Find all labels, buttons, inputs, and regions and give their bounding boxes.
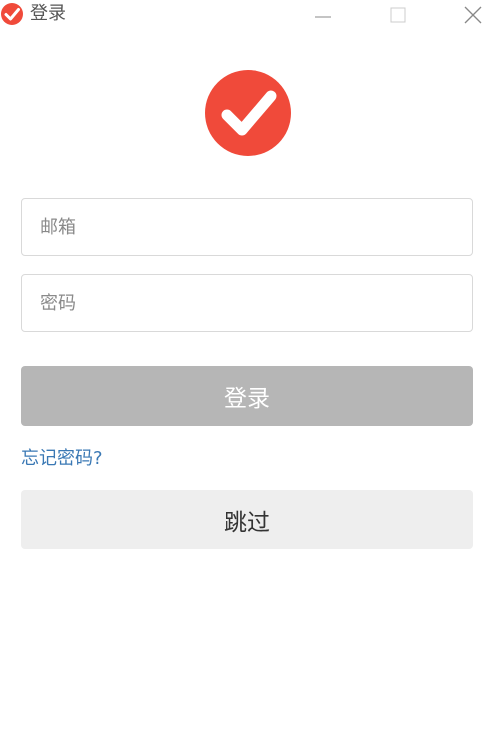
email-field[interactable] xyxy=(21,198,473,256)
minimize-button[interactable] xyxy=(303,0,343,30)
password-field[interactable] xyxy=(21,274,473,332)
login-window: 登录 登录 忘记密码? 跳过 xyxy=(0,0,500,751)
maximize-icon xyxy=(390,7,406,23)
window-title: 登录 xyxy=(30,3,66,24)
check-circle-icon xyxy=(1,3,23,25)
check-circle-logo xyxy=(205,70,291,156)
title-bar: 登录 xyxy=(0,0,500,30)
minimize-icon xyxy=(315,16,331,18)
skip-button[interactable]: 跳过 xyxy=(21,490,473,549)
close-icon xyxy=(464,6,482,24)
login-button[interactable]: 登录 xyxy=(21,366,473,426)
maximize-button[interactable] xyxy=(378,0,418,30)
forgot-password-link[interactable]: 忘记密码? xyxy=(21,447,103,471)
close-button[interactable] xyxy=(453,0,493,30)
